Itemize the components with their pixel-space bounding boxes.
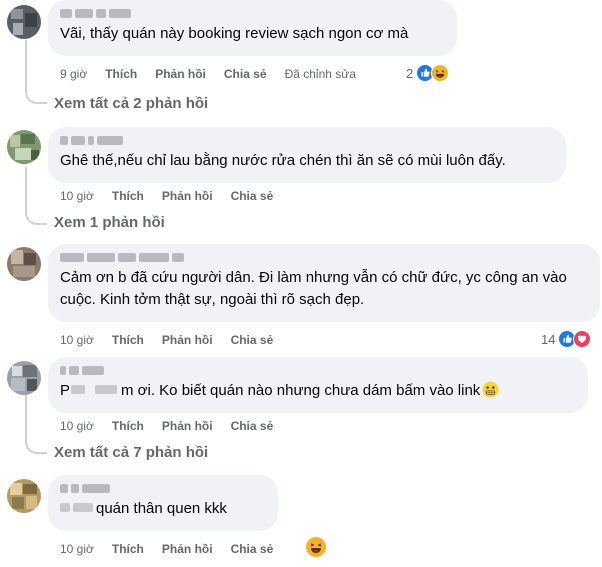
reply-button[interactable]: Phản hồi (162, 333, 213, 347)
grimace-emoji (482, 381, 499, 398)
like-button[interactable]: Thích (112, 419, 144, 433)
share-button[interactable]: Chia sẻ (231, 333, 274, 347)
reply-connector (25, 209, 47, 225)
author-name-blurred[interactable] (60, 364, 576, 376)
haha-icon (431, 64, 450, 82)
author-name-blurred[interactable] (60, 482, 266, 494)
view-replies-link[interactable]: Xem 1 phản hồi (54, 214, 165, 231)
timestamp[interactable]: 10 giờ (60, 189, 94, 203)
comment-bubble: quán thân quen kkk (48, 475, 278, 531)
comment-actions: 10 giờ Thích Phản hồi Chia sẻ (60, 541, 291, 557)
comment-text: Cảm ơn b đã cứu người dân. Đi làm nhưng … (60, 269, 571, 308)
comment-bubble: Cảm ơn b đã cứu người dân. Đi làm nhưng … (48, 244, 600, 322)
thread-line (25, 395, 27, 443)
comment-actions: 9 giờ Thích Phản hồi Chia sẻ Đã chỉnh sử… (60, 66, 356, 82)
avatar[interactable] (7, 130, 41, 164)
comment-bubble: Vãi, thấy quán này booking review sạch n… (48, 0, 457, 56)
reply-button[interactable]: Phản hồi (162, 189, 213, 203)
love-icon (573, 330, 592, 348)
thread-line (25, 40, 27, 92)
timestamp[interactable]: 10 giờ (60, 333, 94, 347)
comment-text: Vãi, thấy quán này booking review sạch n… (60, 25, 409, 42)
comment-text: Ghê thế,nếu chỉ lau bằng nước rửa chén t… (60, 152, 506, 169)
timestamp[interactable]: 10 giờ (60, 419, 94, 433)
like-button[interactable]: Thích (105, 67, 137, 81)
avatar[interactable] (7, 479, 41, 513)
comment-text-main: quán thân quen kkk (96, 500, 227, 517)
edited-label: Đã chỉnh sửa (284, 67, 356, 81)
share-button[interactable]: Chia sẻ (231, 419, 274, 433)
like-button[interactable]: Thích (112, 333, 144, 347)
share-button[interactable]: Chia sẻ (231, 189, 274, 203)
reaction-count: 14 (541, 331, 556, 347)
comment-actions: 10 giờ Thích Phản hồi Chia sẻ (60, 332, 291, 348)
reply-connector (25, 88, 47, 104)
view-replies-link[interactable]: Xem tất cả 2 phản hồi (54, 95, 208, 112)
author-name-blurred[interactable] (60, 134, 554, 146)
comment-text-main: m ơi. Ko biết quán nào nhưng chưa dám bấ… (121, 382, 481, 399)
like-button[interactable]: Thích (112, 542, 144, 556)
haha-icon (306, 537, 326, 557)
reply-connector (25, 438, 47, 454)
reply-button[interactable]: Phản hồi (162, 419, 213, 433)
comment-text-prefix: P (60, 382, 71, 399)
share-button[interactable]: Chia sẻ (224, 67, 267, 81)
comment-actions: 10 giờ Thích Phản hồi Chia sẻ (60, 418, 291, 434)
author-name-blurred[interactable] (60, 251, 588, 263)
avatar[interactable] (7, 247, 41, 281)
reaction-count: 2 (406, 65, 414, 81)
avatar[interactable] (7, 361, 41, 395)
comment-bubble: Pm ơi. Ko biết quán nào nhưng chưa dám b… (48, 357, 588, 413)
reply-button[interactable]: Phản hồi (162, 542, 213, 556)
view-replies-link[interactable]: Xem tất cả 7 phản hồi (54, 444, 208, 461)
author-name-blurred[interactable] (60, 7, 445, 19)
timestamp[interactable]: 10 giờ (60, 542, 94, 556)
timestamp[interactable]: 9 giờ (60, 67, 87, 81)
comment-text: quán thân quen kkk (60, 498, 266, 520)
reply-button[interactable]: Phản hồi (155, 67, 206, 81)
reaction-summary[interactable]: 2 (406, 63, 450, 83)
comment-text: Pm ơi. Ko biết quán nào nhưng chưa dám b… (60, 380, 576, 402)
like-button[interactable]: Thích (112, 189, 144, 203)
share-button[interactable]: Chia sẻ (231, 542, 274, 556)
reaction-summary[interactable]: 14 (541, 329, 592, 349)
reaction-summary[interactable] (306, 537, 326, 557)
comment-actions: 10 giờ Thích Phản hồi Chia sẻ (60, 188, 291, 204)
avatar[interactable] (7, 5, 41, 39)
thread-line (25, 167, 27, 214)
comment-bubble: Ghê thế,nếu chỉ lau bằng nước rửa chén t… (48, 127, 566, 183)
